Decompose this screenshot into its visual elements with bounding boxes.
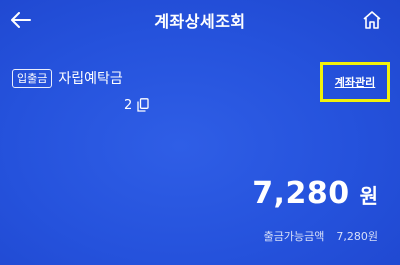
balance-unit: 원 [359,184,378,208]
account-manage-highlight: 계좌관리 [320,62,390,102]
home-icon [363,11,381,29]
withdrawable-amount-row: 출금가능금액 7,280원 [264,228,378,244]
account-detail-screen: 계좌상세조회 입출금 자립예탁금 2 계좌관리 7,280 원 출금가능금액 7… [0,0,400,265]
copy-icon [137,98,149,112]
top-app-bar: 계좌상세조회 [0,0,400,40]
balance-amount: 7,280 [252,176,350,211]
balance-display: 7,280 원 [252,176,378,211]
account-number: 2 [124,97,133,113]
page-title: 계좌상세조회 [154,12,246,31]
account-name: 자립예탁금 [58,71,123,87]
account-number-row: 2 [124,95,150,115]
home-button[interactable] [360,8,384,32]
account-info-row: 입출금 자립예탁금 [12,67,123,89]
withdrawable-label: 출금가능금액 [263,230,325,243]
account-type-badge: 입출금 [12,68,53,88]
account-manage-link[interactable]: 계좌관리 [335,74,375,90]
withdrawable-value: 7,280원 [336,230,378,243]
copy-button[interactable] [136,98,150,112]
